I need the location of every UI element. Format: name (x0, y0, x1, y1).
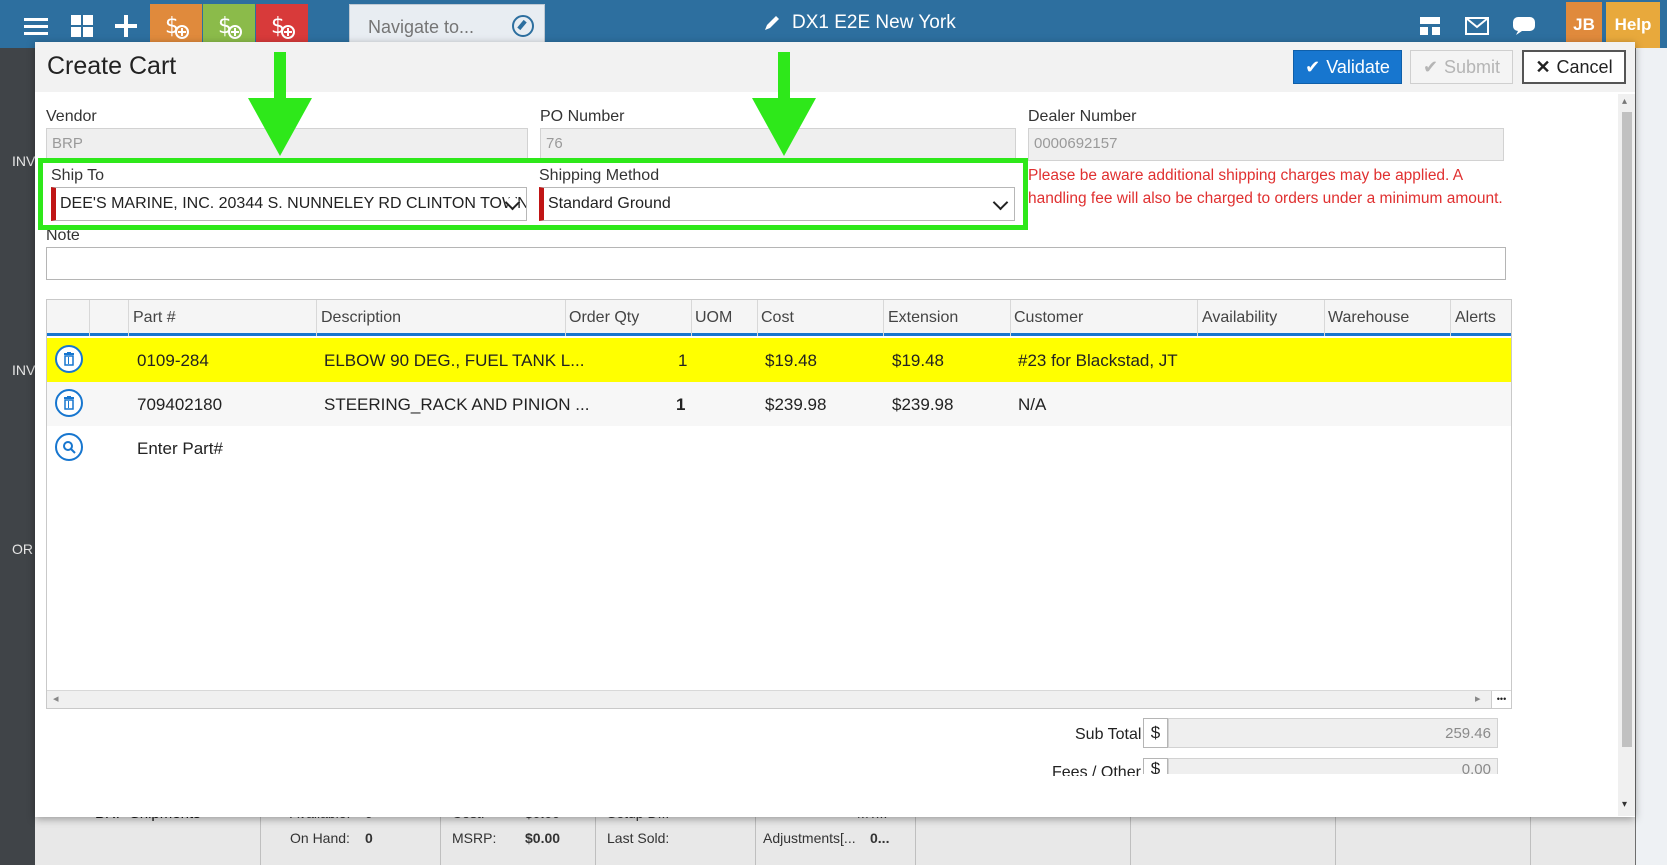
adjustments-label: Adjustments[... (763, 830, 856, 846)
scrollbar-thumb[interactable] (1622, 112, 1632, 747)
delete-icon[interactable] (55, 345, 83, 373)
cancel-label: Cancel (1556, 56, 1613, 77)
enter-part-row[interactable]: Enter Part# (47, 426, 1511, 470)
shipping-method-label: Shipping Method (539, 167, 660, 184)
column-header-warehouse[interactable]: Warehouse (1328, 309, 1409, 327)
note-label: Note (46, 227, 80, 244)
subtotal-label: Sub Total (1075, 726, 1142, 743)
background-detail-strip: BRP Shipments Available: 0 On Hand: 0 Co… (35, 805, 1635, 865)
background-sidebar: INV INV OR (0, 48, 35, 865)
note-field[interactable] (46, 247, 1506, 280)
currency-symbol: $ (1143, 758, 1168, 774)
chevron-down-icon[interactable] (992, 194, 1009, 211)
parts-grid: Part # Description Order Qty UOM Cost Ex… (46, 299, 1512, 709)
fees-field: 0.00 (1168, 758, 1498, 774)
workspace-title-text: DX1 E2E New York (792, 12, 956, 33)
background-right-edge (1636, 48, 1667, 865)
cancel-button[interactable]: ✕ Cancel (1522, 50, 1626, 84)
column-header-description[interactable]: Description (321, 309, 401, 327)
column-header-uom[interactable]: UOM (695, 309, 732, 327)
grid-header: Part # Description Order Qty UOM Cost Ex… (47, 300, 1511, 336)
msrp-label: MSRP: (452, 830, 497, 846)
shipping-method-select[interactable]: Standard Ground (539, 187, 1015, 221)
ship-to-select[interactable]: DEE'S MARINE, INC. 20344 S. NUNNELEY RD … (51, 187, 527, 221)
column-header-customer[interactable]: Customer (1014, 309, 1083, 327)
validate-label: Validate (1326, 56, 1390, 77)
cost: $239.98 (765, 395, 827, 414)
order-qty[interactable]: 1 (678, 351, 687, 371)
ship-to-value: DEE'S MARINE, INC. 20344 S. NUNNELEY RD … (60, 195, 527, 212)
column-header-order-qty[interactable]: Order Qty (569, 309, 639, 327)
search-icon[interactable] (55, 433, 83, 461)
scroll-down-icon[interactable]: ▾ (1622, 799, 1627, 810)
table-row[interactable]: 0109-284 ELBOW 90 DEG., FUEL TANK L... 1… (47, 338, 1511, 382)
part-description: STEERING_RACK AND PINION ... (324, 395, 590, 414)
scroll-right-icon[interactable]: ▸ (1475, 692, 1481, 705)
shipping-method-value: Standard Ground (548, 195, 671, 212)
po-number-label: PO Number (540, 108, 625, 125)
navigate-input[interactable] (368, 17, 508, 38)
top-bar: $ $ $ DX1 E2E New York JB Help (0, 0, 1667, 48)
fees-label: Fees / Other (1052, 764, 1141, 776)
horizontal-scrollbar[interactable]: ◂ ▸ ••• (47, 690, 1511, 708)
sidebar-label: OR (12, 541, 33, 557)
workspace-title[interactable]: DX1 E2E New York (762, 12, 956, 34)
scroll-up-icon[interactable]: ▴ (1622, 96, 1627, 107)
validate-button[interactable]: ✔ Validate (1293, 50, 1402, 84)
scroll-left-icon[interactable]: ◂ (53, 692, 59, 705)
more-options-button[interactable]: ••• (1491, 691, 1511, 708)
check-icon: ✔ (1422, 56, 1439, 77)
part-description: ELBOW 90 DEG., FUEL TANK L... (324, 351, 585, 370)
po-number-field: 76 (540, 128, 1016, 161)
column-header-availability[interactable]: Availability (1202, 309, 1277, 327)
onhand-value: 0 (365, 830, 373, 846)
part-number: 0109-284 (137, 351, 209, 370)
vertical-scrollbar[interactable]: ▴ ▾ (1618, 94, 1635, 816)
msrp-value: $0.00 (525, 830, 561, 846)
submit-button[interactable]: ✔ Submit (1410, 50, 1513, 84)
table-row[interactable]: 709402180 STEERING_RACK AND PINION ... 1… (47, 382, 1511, 426)
column-header-part[interactable]: Part # (133, 309, 176, 327)
column-header-cost[interactable]: Cost (761, 309, 794, 327)
adjustments-value: 0... (870, 830, 890, 846)
cost: $19.48 (765, 351, 817, 370)
create-cart-dialog: Create Cart ✔ Validate ✔ Submit ✕ Cancel… (35, 42, 1635, 817)
close-icon: ✕ (1535, 56, 1551, 77)
last-sold-label: Last Sold: (607, 830, 670, 846)
vendor-field: BRP (46, 128, 528, 161)
customer: N/A (1018, 395, 1047, 414)
subtotal-field: 259.46 (1168, 718, 1498, 748)
compass-icon[interactable] (512, 15, 534, 37)
onhand-label: On Hand: (290, 830, 350, 846)
shipping-warning: Please be aware additional shipping char… (1028, 167, 1503, 207)
dialog-title: Create Cart (47, 52, 177, 80)
column-header-extension[interactable]: Extension (888, 309, 958, 327)
order-qty[interactable]: 1 (676, 395, 685, 415)
extension: $239.98 (892, 395, 954, 414)
extension: $19.48 (892, 351, 944, 370)
dealer-number-label: Dealer Number (1028, 108, 1137, 125)
dialog-header: Create Cart ✔ Validate ✔ Submit ✕ Cancel (35, 42, 1635, 92)
submit-label: Submit (1444, 56, 1501, 77)
column-header-alerts[interactable]: Alerts (1455, 309, 1496, 327)
vendor-label: Vendor (46, 108, 97, 125)
part-number: 709402180 (137, 395, 223, 414)
delete-icon[interactable] (55, 389, 83, 417)
dealer-number-field: 0000692157 (1028, 128, 1504, 161)
pencil-icon (765, 16, 779, 30)
check-icon: ✔ (1305, 56, 1321, 77)
sidebar-label: INV (12, 153, 36, 169)
sidebar-label: INV (12, 362, 36, 378)
customer: #23 for Blackstad, JT (1018, 351, 1178, 370)
ship-to-label: Ship To (51, 167, 105, 184)
enter-part-input[interactable]: Enter Part# (137, 439, 223, 459)
currency-symbol: $ (1143, 718, 1168, 748)
